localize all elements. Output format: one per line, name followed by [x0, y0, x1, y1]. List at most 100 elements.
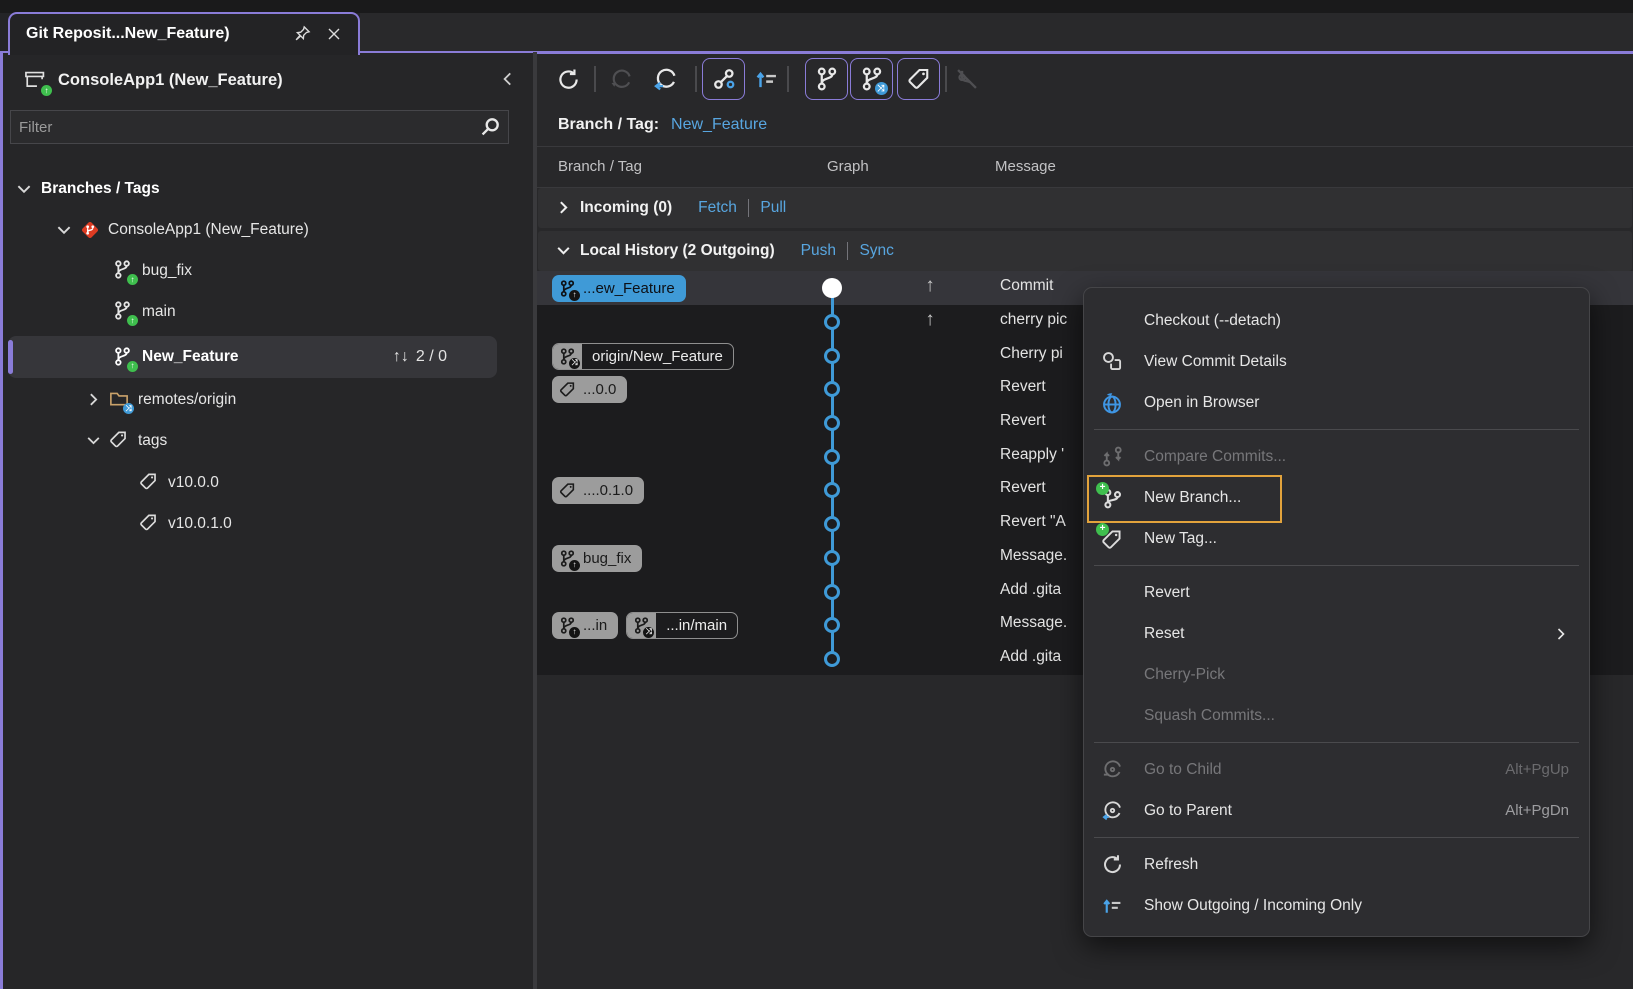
chevron-down-icon[interactable] — [85, 432, 103, 450]
menu-item-open-in-browser[interactable]: Open in Browser — [1084, 382, 1589, 423]
tree-item-remotes-origin[interactable]: ⤨ remotes/origin — [3, 379, 533, 420]
menu-item-view-commit-details[interactable]: View Commit Details — [1084, 341, 1589, 382]
chevron-right-icon[interactable] — [555, 199, 573, 217]
repository-icon: ↑ — [23, 68, 48, 92]
commit-message: Message. — [1000, 547, 1067, 565]
current-branch-pill: ↑ ...ew_Feature — [552, 275, 686, 302]
outgoing-incoming-filter-icon — [1099, 893, 1125, 919]
new-tag-icon: + — [1099, 526, 1125, 552]
outgoing-incoming-filter-icon[interactable] — [749, 61, 785, 97]
panel-splitter[interactable] — [533, 52, 537, 989]
history-toolbar: ⤨ — [537, 54, 1633, 104]
tree-item-repo[interactable]: ConsoleApp1 (New_Feature) — [3, 209, 533, 250]
outgoing-arrow-icon: ↑ — [915, 275, 945, 297]
branch-icon: ↑ — [559, 617, 576, 634]
filter-field[interactable] — [10, 110, 509, 144]
menu-item-show-outgoing-incoming-only[interactable]: Show Outgoing / Incoming Only — [1084, 885, 1589, 926]
menu-item-revert[interactable]: Revert — [1084, 572, 1589, 613]
commit-node — [824, 651, 840, 667]
remote-badge-icon: ⤨ — [123, 403, 134, 414]
push-link[interactable]: Push — [801, 242, 836, 260]
tree-item-label: remotes/origin — [138, 391, 236, 409]
outgoing-arrow-icon: ↑ — [915, 309, 945, 331]
repo-header[interactable]: ↑ ConsoleApp1 (New_Feature) — [3, 59, 533, 101]
toolbar-divider — [945, 66, 947, 92]
incoming-section-bar[interactable]: Incoming (0) Fetch Pull — [538, 188, 1632, 228]
pin-icon[interactable] — [292, 24, 312, 44]
pull-link[interactable]: Pull — [760, 199, 786, 217]
tree-item-branch-bugfix[interactable]: ↑ bug_fix — [3, 250, 533, 291]
branch-tag-link[interactable]: New_Feature — [671, 116, 767, 134]
menu-item-refresh[interactable]: Refresh — [1084, 844, 1589, 885]
menu-item-go-to-child: Go to Child Alt+PgUp — [1084, 749, 1589, 790]
menu-item-go-to-parent[interactable]: Go to Parent Alt+PgDn — [1084, 790, 1589, 831]
tag-icon — [139, 472, 160, 493]
branch-icon: ↑ — [113, 301, 134, 322]
remote-branch-pill: ⤨ ...in/main — [626, 612, 738, 639]
remote-branches-toggle[interactable]: ⤨ — [850, 58, 893, 100]
close-icon[interactable] — [324, 24, 344, 44]
branch-pill: ↑ bug_fix — [552, 545, 642, 572]
commit-node — [824, 449, 840, 465]
chevron-down-icon[interactable] — [55, 221, 73, 239]
tab-title: Git Reposit...New_Feature) — [26, 25, 280, 43]
tree-item-branch-new-feature-selected[interactable]: ↑ New_Feature ↑↓ 2 / 0 — [8, 336, 497, 378]
remote-folder-icon: ⤨ — [109, 389, 130, 410]
chevron-left-icon[interactable] — [499, 70, 519, 90]
column-headers: Branch / Tag Graph Message — [537, 146, 1633, 188]
menu-item-squash-commits: Squash Commits... — [1084, 695, 1589, 736]
commit-graph-toggle[interactable] — [702, 58, 745, 100]
remote-badge-icon: ⤨ — [569, 358, 580, 369]
local-branches-toggle[interactable] — [805, 58, 848, 100]
local-history-label: Local History (2 Outgoing) — [580, 242, 775, 260]
chevron-down-icon[interactable] — [15, 180, 33, 198]
col-graph: Graph — [827, 158, 869, 175]
sync-link[interactable]: Sync — [859, 242, 893, 260]
tree-item-label: New_Feature — [142, 348, 238, 366]
remote-branch-icon: ⤨ — [633, 617, 650, 634]
refresh-icon[interactable] — [550, 61, 586, 97]
go-to-child-icon — [1099, 757, 1125, 783]
remote-badge-icon: ⤨ — [875, 82, 888, 95]
tag-pill: ....0.1.0 — [552, 477, 644, 504]
commit-node — [824, 516, 840, 532]
commit-message: Reapply ' — [1000, 446, 1064, 464]
filter-input[interactable] — [11, 119, 479, 136]
pull-icon[interactable] — [648, 61, 684, 97]
menu-item-new-branch[interactable]: + New Branch... — [1084, 477, 1589, 518]
local-history-section-bar[interactable]: Local History (2 Outgoing) Push Sync — [538, 231, 1632, 271]
tree-item-tags-group[interactable]: tags — [3, 420, 533, 461]
up-down-icon: ↑↓ — [393, 348, 409, 366]
tab-strip-background — [360, 13, 1633, 51]
menu-separator — [1094, 429, 1579, 430]
remote-badge-icon: ⤨ — [643, 627, 654, 638]
tree-item-tag-v10-0-1-0[interactable]: v10.0.1.0 — [3, 503, 533, 544]
remote-branch-icon: ⤨ — [559, 348, 576, 365]
commit-message: Revert — [1000, 412, 1046, 430]
menu-item-new-tag[interactable]: + New Tag... — [1084, 518, 1589, 559]
go-to-parent-icon — [1099, 798, 1125, 824]
tree-item-branches-tags[interactable]: Branches / Tags — [3, 168, 533, 209]
tree-item-tag-v10-0-0[interactable]: v10.0.0 — [3, 462, 533, 503]
tree-item-label: tags — [138, 432, 167, 450]
outgoing-badge-icon: ↑ — [569, 627, 580, 638]
tab-git-repository[interactable]: Git Reposit...New_Feature) — [8, 12, 360, 55]
commit-node — [824, 584, 840, 600]
fetch-link[interactable]: Fetch — [698, 199, 737, 217]
outgoing-badge-icon: ↑ — [569, 560, 580, 571]
menu-item-reset[interactable]: Reset — [1084, 613, 1589, 654]
plus-badge-icon: + — [1096, 523, 1109, 536]
chevron-right-icon[interactable] — [85, 391, 103, 409]
tree-item-label: v10.0.1.0 — [168, 515, 232, 533]
compare-commits-icon — [1099, 444, 1125, 470]
search-icon[interactable] — [479, 116, 501, 138]
branch-icon: ↑ — [113, 260, 134, 281]
branch-icon: ↑ — [113, 347, 134, 368]
menu-item-checkout-detach[interactable]: Checkout (--detach) — [1084, 300, 1589, 341]
tree-item-branch-main[interactable]: ↑ main — [3, 291, 533, 332]
branch-tag-label: Branch / Tag: — [558, 116, 659, 134]
toolbar-divider — [695, 66, 697, 92]
chevron-down-icon[interactable] — [555, 242, 573, 260]
tags-toggle[interactable] — [897, 58, 940, 100]
tag-icon — [559, 381, 576, 398]
